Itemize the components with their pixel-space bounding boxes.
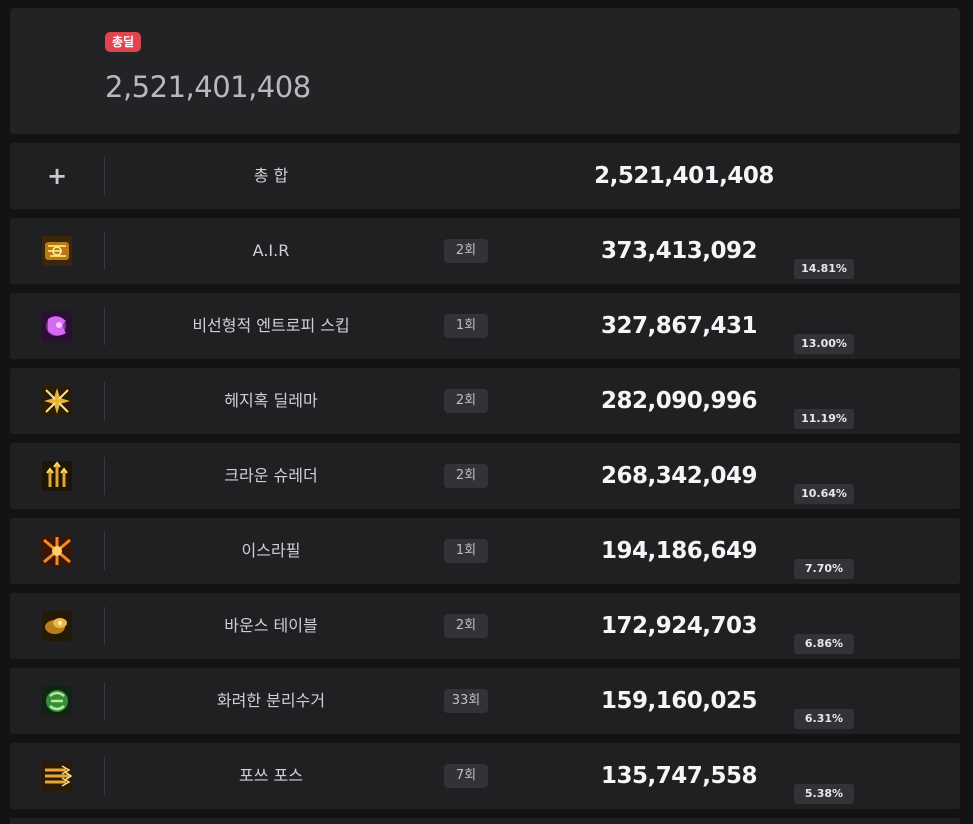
skill-damage: 268,342,049 — [600, 463, 758, 489]
skill-damage: 194,186,649 — [600, 538, 758, 564]
skill-row[interactable]: 포쓰 포스 7회 135,747,558 5.38% — [10, 743, 960, 809]
skill-row[interactable]: 크라운 슈레더 2회 268,342,049 10.64% — [10, 443, 960, 509]
hit-count-badge: 2회 — [444, 464, 488, 488]
hit-count-badge: 1회 — [444, 539, 488, 563]
skill-row[interactable]: 바운스 테이블 2회 172,924,703 6.86% — [10, 593, 960, 659]
skill-name: 포쓰 포스 — [239, 766, 303, 785]
expand-plus-icon[interactable]: + — [46, 161, 68, 191]
skill-row[interactable]: A.I.R 2회 373,413,092 14.81% — [10, 218, 960, 284]
row-divider — [104, 607, 105, 645]
skill-name: 크라운 슈레더 — [224, 466, 318, 485]
row-divider — [104, 457, 105, 495]
row-divider — [104, 232, 105, 270]
damage-percent-badge: 10.64% — [794, 484, 854, 504]
damage-percent-badge: 13.00% — [794, 334, 854, 354]
skill-row[interactable]: 헤지혹 딜레마 2회 282,090,996 11.19% — [10, 368, 960, 434]
skill-name: 화려한 분리수거 — [216, 691, 326, 710]
total-damage-badge: 총딜 — [105, 32, 142, 52]
row-divider — [104, 307, 105, 345]
hit-count-badge: 33회 — [444, 689, 488, 713]
row-divider — [104, 532, 105, 570]
skill-name: A.I.R — [252, 241, 290, 260]
skill-damage: 172,924,703 — [600, 613, 758, 639]
row-divider — [104, 682, 105, 720]
row-divider — [104, 382, 105, 420]
damage-percent-badge: 6.86% — [794, 634, 854, 654]
skill-name: 이스라필 — [241, 541, 301, 560]
bounce-table-skill-icon — [42, 611, 72, 641]
skill-row[interactable]: 비선형적 엔트로피 스킵 1회 327,867,431 13.00% — [10, 293, 960, 359]
damage-percent-badge: 6.31% — [794, 709, 854, 729]
hit-count-badge: 2회 — [444, 389, 488, 413]
israfil-skill-icon — [42, 536, 72, 566]
skill-name: 바운스 테이블 — [224, 616, 318, 635]
damage-percent-badge: 14.81% — [794, 259, 854, 279]
damage-percent-badge: 5.38% — [794, 784, 854, 804]
skill-damage: 282,090,996 — [600, 388, 758, 414]
skill-row[interactable]: 화려한 분리수거 33회 159,160,025 6.31% — [10, 668, 960, 734]
total-row[interactable]: + 총 합 2,521,401,408 — [10, 143, 960, 209]
entropy-skill-icon — [42, 311, 72, 341]
next-row-edge — [10, 818, 960, 824]
skill-damage: 135,747,558 — [600, 763, 758, 789]
skill-damage: 373,413,092 — [600, 238, 758, 264]
damage-percent-badge: 7.70% — [794, 559, 854, 579]
hit-count-badge: 2회 — [444, 239, 488, 263]
circuit-skill-icon — [42, 236, 72, 266]
hit-count-badge: 1회 — [444, 314, 488, 338]
hedgehog-skill-icon — [42, 386, 72, 416]
skill-damage: 327,867,431 — [600, 313, 758, 339]
skill-row[interactable]: 이스라필 1회 194,186,649 7.70% — [10, 518, 960, 584]
hit-count-badge: 7회 — [444, 764, 488, 788]
recycle-skill-icon — [42, 686, 72, 716]
skill-damage: 159,160,025 — [600, 688, 758, 714]
total-damage-value: 2,521,401,408 — [105, 70, 311, 104]
total-label: 총 합 — [253, 166, 289, 185]
force-skill-icon — [42, 761, 72, 791]
skill-name: 헤지혹 딜레마 — [224, 391, 318, 410]
damage-percent-badge: 11.19% — [794, 409, 854, 429]
crown-shredder-skill-icon — [42, 461, 72, 491]
total-value: 2,521,401,408 — [594, 163, 774, 189]
row-divider — [104, 157, 105, 195]
row-divider — [104, 757, 105, 795]
skill-name: 비선형적 엔트로피 스킵 — [192, 316, 350, 335]
hit-count-badge: 2회 — [444, 614, 488, 638]
total-damage-summary: 총딜 2,521,401,408 — [10, 8, 960, 134]
